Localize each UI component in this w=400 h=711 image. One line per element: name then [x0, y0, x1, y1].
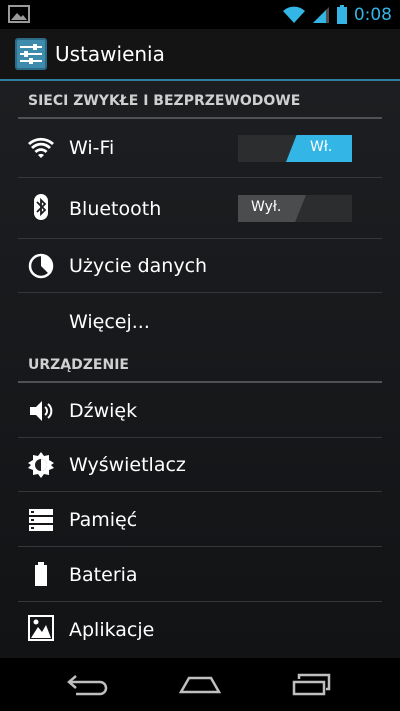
settings-sliders-icon[interactable] [15, 38, 47, 70]
settings-item-apps[interactable]: Aplikacje [18, 602, 382, 658]
settings-item-bluetooth[interactable]: Bluetooth Wył. [18, 178, 382, 239]
settings-item-display[interactable]: Wyświetlacz [18, 438, 382, 492]
gallery-icon [8, 5, 30, 23]
wifi-icon [28, 137, 54, 158]
recent-apps-icon[interactable] [290, 670, 334, 698]
section-header-wireless: SIECI ZWYKŁE I BEZPRZEWODOWE [18, 83, 382, 119]
signal-icon [312, 7, 329, 23]
settings-item-sound[interactable]: Dźwięk [18, 383, 382, 438]
settings-item-storage[interactable]: Pamięć [18, 492, 382, 547]
settings-item-label: Bateria [69, 564, 138, 586]
navigation-bar [0, 658, 400, 711]
battery-icon [35, 562, 47, 586]
wifi-toggle[interactable]: Wł. [238, 135, 352, 162]
toggle-label: Wył. [251, 199, 282, 215]
settings-item-label: Bluetooth [69, 198, 162, 220]
settings-item-wifi[interactable]: Wi-Fi Wł. [18, 119, 382, 178]
settings-item-label: Dźwięk [69, 400, 138, 422]
toggle-label: Wł. [310, 139, 333, 155]
apps-icon [28, 615, 54, 641]
page-title: Ustawienia [55, 42, 165, 66]
data-usage-icon [28, 253, 54, 279]
action-bar: Ustawienia [0, 29, 400, 81]
settings-list: SIECI ZWYKŁE I BEZPRZEWODOWE Wi-Fi Wł. B… [0, 81, 400, 658]
speaker-icon [30, 401, 53, 421]
battery-icon [336, 5, 347, 24]
wifi-icon [282, 6, 305, 23]
back-icon[interactable] [66, 670, 110, 698]
settings-item-label: Więcej... [69, 311, 150, 333]
settings-item-label: Użycie danych [69, 255, 208, 277]
bluetooth-toggle[interactable]: Wył. [238, 195, 352, 222]
settings-item-label: Aplikacje [69, 619, 155, 641]
bluetooth-icon [34, 194, 48, 220]
storage-icon [29, 509, 53, 531]
settings-item-data-usage[interactable]: Użycie danych [18, 239, 382, 293]
settings-item-label: Wi-Fi [69, 137, 115, 159]
settings-item-more[interactable]: Więcej... [18, 293, 382, 349]
settings-item-battery[interactable]: Bateria [18, 547, 382, 602]
section-header-device: URZĄDZENIE [18, 347, 382, 383]
home-icon[interactable] [178, 670, 222, 698]
settings-item-label: Wyświetlacz [69, 454, 186, 476]
settings-item-label: Pamięć [69, 509, 138, 531]
clock: 0:08 [353, 5, 392, 25]
status-bar: 0:08 [0, 0, 400, 29]
brightness-icon [28, 452, 54, 478]
